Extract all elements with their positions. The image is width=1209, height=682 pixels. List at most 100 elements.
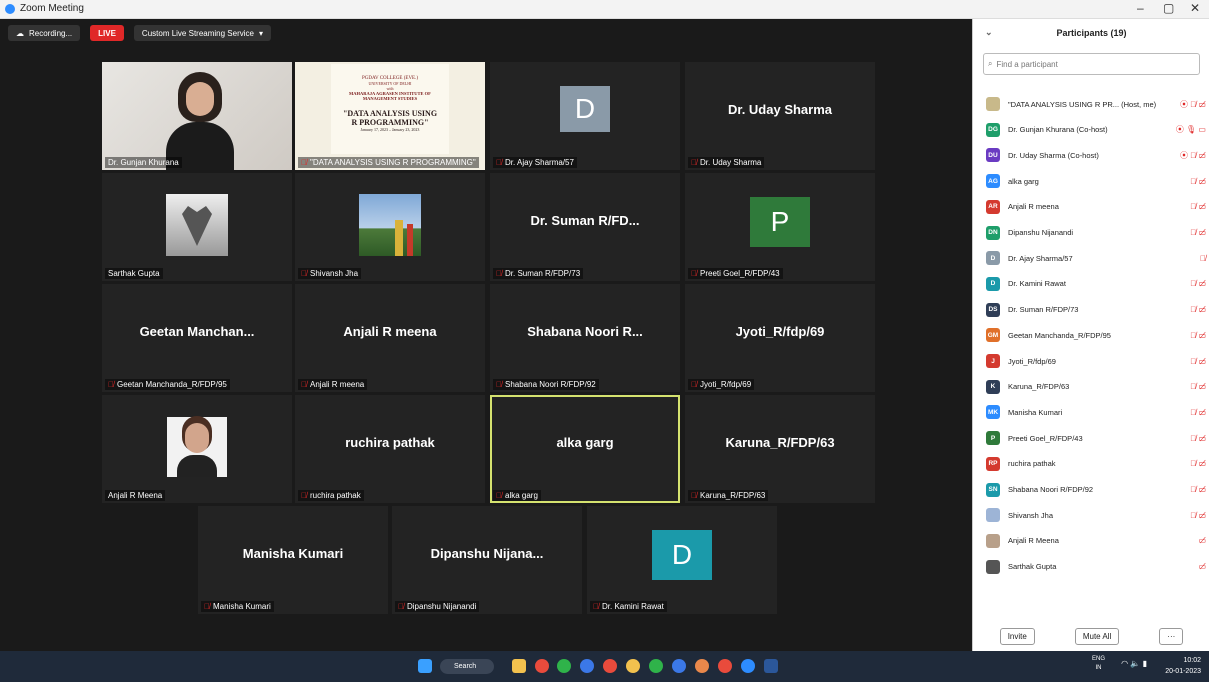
mute-all-button[interactable]: Mute All bbox=[1074, 628, 1120, 645]
invite-button[interactable]: Invite bbox=[999, 628, 1035, 645]
video-tile[interactable]: Sarthak Gupta bbox=[102, 173, 292, 281]
zoom-taskbar-icon[interactable] bbox=[741, 659, 755, 673]
participant-row[interactable]: MK Manisha Kumari 🎙̸ ▭̸ bbox=[986, 399, 1206, 425]
video-tile[interactable]: Geetan Manchan... 🎙̸ Geetan Manchanda_R/F… bbox=[102, 284, 292, 392]
participant-avatar: AR bbox=[986, 199, 1000, 214]
video-tile[interactable]: Karuna_R/FDP/63 🎙̸ Karuna_R/FDP/63 bbox=[685, 395, 875, 503]
participant-row[interactable]: DS Dr. Suman R/FDP/73 🎙̸ ▭̸ bbox=[986, 297, 1206, 323]
participant-status-icons[interactable]: 🎙̸ ▭̸ bbox=[1190, 408, 1206, 417]
language-indicator[interactable]: ENG IN bbox=[1092, 655, 1105, 673]
tile-name-label: 🎙̸ Dr. Suman R/FDP/73 bbox=[493, 268, 584, 279]
video-tile[interactable]: Anjali R Meena bbox=[102, 395, 292, 503]
video-tile[interactable]: P 🎙̸ Preeti Goel_R/FDP/43 bbox=[685, 173, 875, 281]
participant-status-icons[interactable]: 🎙̸ ▭̸ bbox=[1190, 382, 1206, 391]
tile-display-name: Dipanshu Nijana... bbox=[430, 546, 544, 561]
participant-row[interactable]: SN Shabana Noori R/FDP/92 🎙̸ ▭̸ bbox=[986, 477, 1206, 503]
participant-row[interactable]: Sarthak Gupta ▭̸ bbox=[986, 554, 1206, 580]
minimize-button[interactable]: – bbox=[1137, 1, 1144, 15]
participant-row[interactable]: RP ruchira pathak 🎙̸ ▭̸ bbox=[986, 451, 1206, 477]
participant-row[interactable]: D Dr. Ajay Sharma/57 🎙̸ bbox=[986, 245, 1206, 271]
participant-status-icons[interactable]: ⦿ 🎙 ▭ bbox=[1176, 124, 1206, 135]
mic-muted-icon: 🎙̸ bbox=[398, 602, 404, 611]
participant-status-icons[interactable]: 🎙̸ ▭̸ bbox=[1190, 511, 1206, 520]
participant-row[interactable]: AG alka garg 🎙̸ ▭̸ bbox=[986, 168, 1206, 194]
word-icon[interactable] bbox=[764, 659, 778, 673]
chrome-profile-icon[interactable] bbox=[718, 659, 732, 673]
video-tile[interactable]: Dr. Gunjan Khurana bbox=[102, 62, 292, 170]
chrome-profile-icon[interactable] bbox=[580, 659, 594, 673]
tile-name-text: Dr. Kamini Rawat bbox=[602, 602, 664, 611]
app-icon[interactable] bbox=[557, 659, 571, 673]
clock[interactable]: 10:02 20-01-2023 bbox=[1165, 655, 1201, 677]
participant-row[interactable]: P Preeti Goel_R/FDP/43 🎙̸ ▭̸ bbox=[986, 425, 1206, 451]
participant-row[interactable]: D Dr. Kamini Rawat 🎙̸ ▭̸ bbox=[986, 271, 1206, 297]
mic-muted-icon: 🎙̸ bbox=[301, 269, 307, 278]
participant-status-icons[interactable]: 🎙̸ ▭̸ bbox=[1190, 459, 1206, 468]
file-explorer-icon[interactable] bbox=[512, 659, 526, 673]
participant-status-icons[interactable]: 🎙̸ ▭̸ bbox=[1190, 202, 1206, 211]
chrome-profile-icon[interactable] bbox=[603, 659, 617, 673]
video-tile[interactable]: ruchira pathak 🎙̸ ruchira pathak bbox=[295, 395, 485, 503]
participant-row[interactable]: DN Dipanshu Nijanandi 🎙̸ ▭̸ bbox=[986, 220, 1206, 246]
restore-button[interactable]: ▢ bbox=[1163, 1, 1174, 15]
close-button[interactable]: ✕ bbox=[1190, 1, 1200, 15]
more-options-button[interactable]: ··· bbox=[1159, 628, 1184, 645]
participant-row[interactable]: J Jyoti_R/fdp/69 🎙̸ ▭̸ bbox=[986, 348, 1206, 374]
video-tile[interactable]: D 🎙̸ Dr. Kamini Rawat bbox=[587, 506, 777, 614]
video-tile[interactable]: Jyoti_R/fdp/69 🎙̸ Jyoti_R/fdp/69 bbox=[685, 284, 875, 392]
tile-display-name: alka garg bbox=[556, 435, 614, 450]
participant-name: Anjali R Meena bbox=[1008, 536, 1059, 546]
participant-search-input[interactable]: ⌕ Find a participant bbox=[983, 53, 1200, 75]
participant-row[interactable]: DG Dr. Gunjan Khurana (Co-host) ⦿ 🎙 ▭ bbox=[986, 117, 1206, 143]
chevron-down-icon[interactable]: ⌄ bbox=[985, 27, 993, 38]
participant-status-icons[interactable]: 🎙̸ bbox=[1200, 254, 1206, 263]
participant-status-icons[interactable]: 🎙̸ ▭̸ bbox=[1190, 485, 1206, 494]
chrome-profile-icon[interactable] bbox=[649, 659, 663, 673]
chrome-profile-icon[interactable] bbox=[672, 659, 686, 673]
chrome-icon[interactable] bbox=[535, 659, 549, 673]
video-tile[interactable]: 🎙̸ Shivansh Jha bbox=[295, 173, 485, 281]
streaming-service-dropdown[interactable]: Custom Live Streaming Service ▾ bbox=[133, 25, 271, 41]
chrome-profile-icon[interactable] bbox=[626, 659, 640, 673]
recording-indicator[interactable]: ☁ Recording... bbox=[8, 25, 81, 41]
participant-status-icons[interactable]: ⦿ 🎙̸ ▭̸ bbox=[1180, 150, 1206, 161]
profile-picture-wolf bbox=[166, 194, 228, 256]
windows-start-icon[interactable] bbox=[418, 659, 432, 673]
participant-row[interactable]: "DATA ANALYSIS USING R PR... (Host, me) ⦿… bbox=[986, 91, 1206, 117]
participant-row[interactable]: Shivansh Jha 🎙̸ ▭̸ bbox=[986, 502, 1206, 528]
participant-row[interactable]: GM Geetan Manchanda_R/FDP/95 🎙̸ ▭̸ bbox=[986, 322, 1206, 348]
participant-status-icons[interactable]: 🎙̸ ▭̸ bbox=[1190, 228, 1206, 237]
tile-name-text: Preeti Goel_R/FDP/43 bbox=[700, 269, 780, 278]
participant-status-icons[interactable]: 🎙̸ ▭̸ bbox=[1190, 331, 1206, 340]
participant-row[interactable]: DU Dr. Uday Sharma (Co-host) ⦿ 🎙̸ ▭̸ bbox=[986, 142, 1206, 168]
participant-row[interactable]: K Karuna_R/FDP/63 🎙̸ ▭̸ bbox=[986, 374, 1206, 400]
chrome-profile-icon[interactable] bbox=[695, 659, 709, 673]
video-tile[interactable]: Anjali R meena 🎙̸ Anjali R meena bbox=[295, 284, 485, 392]
video-tile[interactable]: Shabana Noori R... 🎙̸ Shabana Noori R/FDP… bbox=[490, 284, 680, 392]
participant-avatar: J bbox=[986, 354, 1000, 368]
participant-status-icons[interactable]: 🎙̸ ▭̸ bbox=[1190, 357, 1206, 366]
video-tile[interactable]: Dr. Uday Sharma 🎙̸ Dr. Uday Sharma bbox=[685, 62, 875, 170]
participant-status-icons[interactable]: ⦿ 🎙̸ ▭̸ bbox=[1180, 99, 1206, 110]
participant-row[interactable]: AR Anjali R meena 🎙̸ ▭̸ bbox=[986, 194, 1206, 220]
participant-avatar: DN bbox=[986, 225, 1000, 240]
video-tile-shared-slide[interactable]: PGDAV COLLEGE (EVE.) UNIVERSITY OF DELHI… bbox=[295, 62, 485, 170]
system-tray-icons[interactable]: ◠ 🔈 ▮ bbox=[1121, 659, 1147, 668]
slide-institute-line2: MANAGEMENT STUDIES bbox=[362, 96, 418, 101]
video-tile-active-speaker[interactable]: alka garg 🎙̸ alka garg bbox=[490, 395, 680, 503]
participant-status-icons[interactable]: 🎙̸ ▭̸ bbox=[1190, 305, 1206, 314]
participant-status-icons[interactable]: 🎙̸ ▭̸ bbox=[1190, 279, 1206, 288]
clock-date: 20-01-2023 bbox=[1165, 668, 1201, 675]
video-tile[interactable]: D 🎙̸ Dr. Ajay Sharma/57 bbox=[490, 62, 680, 170]
video-tile[interactable]: Dr. Suman R/FD... 🎙̸ Dr. Suman R/FDP/73 bbox=[490, 173, 680, 281]
tile-name-label: 🎙̸ Jyoti_R/fdp/69 bbox=[688, 379, 755, 390]
participant-status-icons[interactable]: 🎙̸ ▭̸ bbox=[1190, 434, 1206, 443]
participant-row[interactable]: Anjali R Meena ▭̸ bbox=[986, 528, 1206, 554]
participant-status-icons[interactable]: 🎙̸ ▭̸ bbox=[1190, 177, 1206, 186]
video-tile[interactable]: Manisha Kumari 🎙̸ Manisha Kumari bbox=[198, 506, 388, 614]
video-tile[interactable]: Dipanshu Nijana... 🎙̸ Dipanshu Nijanandi bbox=[392, 506, 582, 614]
taskbar-search[interactable]: Search bbox=[440, 659, 494, 674]
tile-name-text: Shabana Noori R/FDP/92 bbox=[505, 380, 596, 389]
participant-status-icons[interactable]: ▭̸ bbox=[1198, 562, 1206, 571]
participant-status-icons[interactable]: ▭̸ bbox=[1198, 536, 1206, 545]
